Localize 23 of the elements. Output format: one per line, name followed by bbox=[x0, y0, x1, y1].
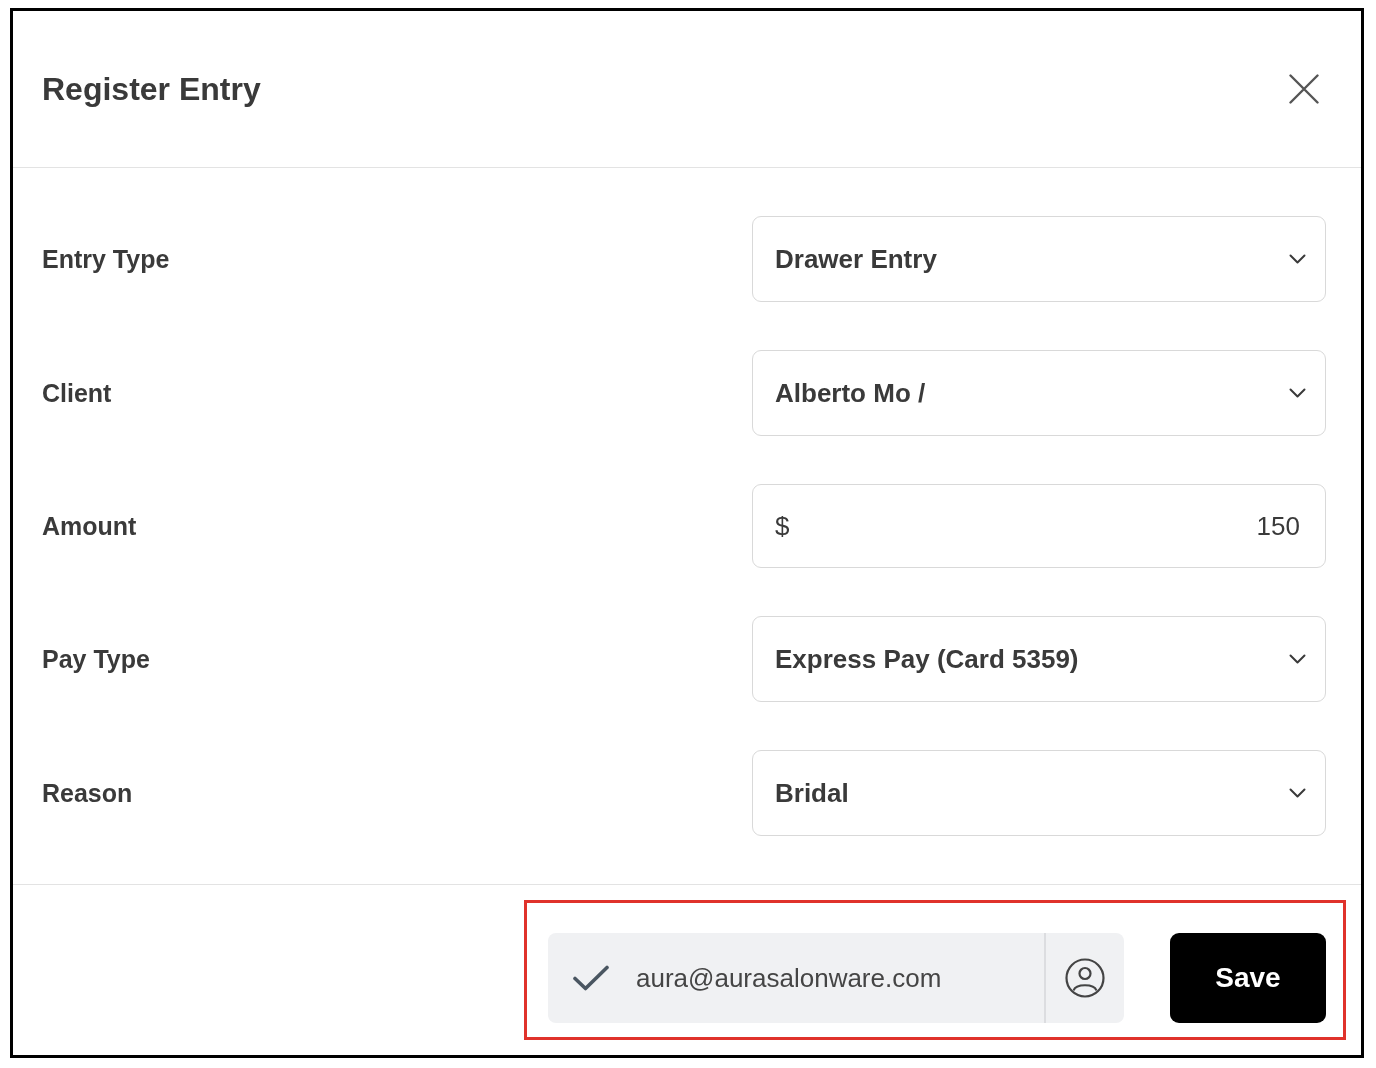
amount-value[interactable]: 150 bbox=[1256, 510, 1300, 542]
save-button[interactable]: Save bbox=[1170, 933, 1326, 1023]
dropdown-field[interactable]: Bridal bbox=[752, 750, 1326, 836]
currency-symbol: $ bbox=[775, 510, 790, 542]
chevron-down-icon bbox=[1289, 788, 1306, 798]
field-label: Client bbox=[42, 378, 112, 408]
dropdown-field[interactable]: Alberto Mo / bbox=[752, 350, 1326, 436]
dropdown-field[interactable]: Express Pay (Card 5359) bbox=[752, 616, 1326, 702]
email-text: aura@aurasalonware.com bbox=[636, 962, 942, 994]
field-label: Amount bbox=[42, 511, 137, 541]
chevron-down-icon bbox=[1289, 654, 1306, 664]
field-label: Reason bbox=[42, 778, 133, 808]
dropdown-field[interactable]: Drawer Entry bbox=[752, 216, 1326, 302]
field-label: Entry Type bbox=[42, 244, 170, 274]
close-icon bbox=[1289, 74, 1319, 104]
field-label: Pay Type bbox=[42, 644, 150, 674]
dialog-title: Register Entry bbox=[42, 70, 261, 108]
close-button[interactable] bbox=[1289, 74, 1319, 104]
amount-field[interactable]: $ 150 bbox=[752, 484, 1326, 568]
chevron-down-icon bbox=[1289, 388, 1306, 398]
account-field[interactable]: aura@aurasalonware.com bbox=[548, 933, 1124, 1023]
user-icon[interactable] bbox=[1065, 958, 1105, 998]
chevron-down-icon bbox=[1289, 254, 1306, 264]
